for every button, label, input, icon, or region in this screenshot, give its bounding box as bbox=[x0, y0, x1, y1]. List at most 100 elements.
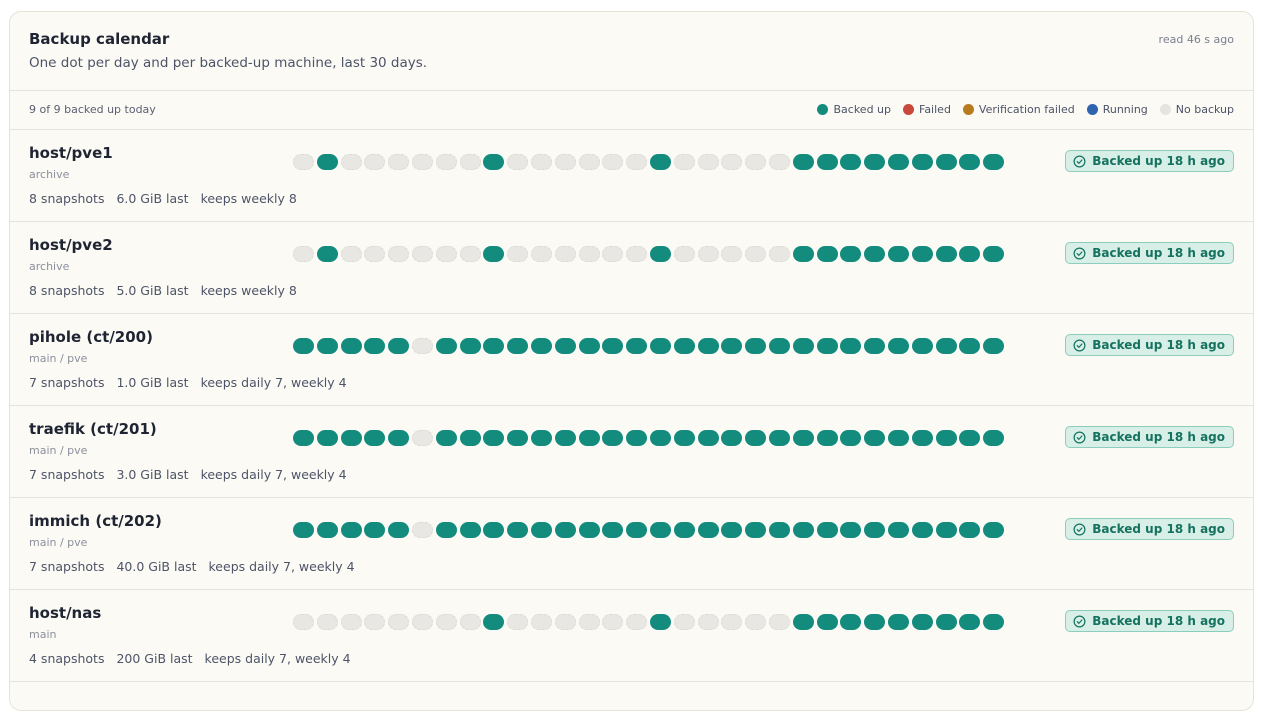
day-dot-backed-up[interactable] bbox=[649, 338, 671, 354]
day-dot-no-backup[interactable] bbox=[293, 246, 314, 262]
day-dot-backed-up[interactable] bbox=[364, 522, 386, 538]
day-dot-backed-up[interactable] bbox=[768, 430, 790, 446]
day-dot-backed-up[interactable] bbox=[840, 522, 862, 538]
day-dot-backed-up[interactable] bbox=[507, 338, 529, 354]
day-dot-backed-up[interactable] bbox=[530, 522, 552, 538]
day-dot-backed-up[interactable] bbox=[530, 338, 552, 354]
day-dot-backed-up[interactable] bbox=[554, 522, 576, 538]
day-dot-backed-up[interactable] bbox=[602, 522, 624, 538]
day-dot-no-backup[interactable] bbox=[507, 154, 529, 170]
day-dot-no-backup[interactable] bbox=[388, 154, 410, 170]
day-dot-backed-up[interactable] bbox=[649, 246, 671, 262]
day-dot-no-backup[interactable] bbox=[602, 246, 624, 262]
day-dot-backed-up[interactable] bbox=[340, 338, 362, 354]
day-dot-backed-up[interactable] bbox=[435, 522, 457, 538]
day-dot-backed-up[interactable] bbox=[745, 430, 767, 446]
machine-name[interactable]: host/pve1 bbox=[29, 144, 113, 162]
day-dot-backed-up[interactable] bbox=[792, 522, 814, 538]
day-dot-no-backup[interactable] bbox=[435, 614, 457, 630]
day-dot-backed-up[interactable] bbox=[293, 522, 314, 538]
day-dot-backed-up[interactable] bbox=[435, 430, 457, 446]
day-dot-backed-up[interactable] bbox=[459, 338, 481, 354]
day-dot-backed-up[interactable] bbox=[578, 338, 600, 354]
day-dot-no-backup[interactable] bbox=[673, 246, 695, 262]
day-dot-backed-up[interactable] bbox=[983, 522, 1005, 538]
day-dot-backed-up[interactable] bbox=[935, 338, 957, 354]
day-dot-backed-up[interactable] bbox=[840, 614, 862, 630]
day-dot-backed-up[interactable] bbox=[816, 522, 838, 538]
day-dot-backed-up[interactable] bbox=[840, 154, 862, 170]
day-dot-no-backup[interactable] bbox=[721, 154, 743, 170]
day-dot-backed-up[interactable] bbox=[983, 154, 1005, 170]
day-dot-backed-up[interactable] bbox=[983, 430, 1005, 446]
day-dot-backed-up[interactable] bbox=[507, 522, 529, 538]
day-dot-backed-up[interactable] bbox=[316, 338, 338, 354]
day-dot-no-backup[interactable] bbox=[411, 522, 433, 538]
day-dot-no-backup[interactable] bbox=[459, 154, 481, 170]
day-dot-no-backup[interactable] bbox=[293, 154, 314, 170]
day-dot-backed-up[interactable] bbox=[316, 246, 338, 262]
day-dot-no-backup[interactable] bbox=[768, 154, 790, 170]
day-dot-backed-up[interactable] bbox=[887, 246, 909, 262]
machine-row[interactable]: traefik (ct/201) main / pve 7 snapshots 3.0… bbox=[10, 406, 1253, 498]
day-dot-no-backup[interactable] bbox=[721, 246, 743, 262]
day-dot-no-backup[interactable] bbox=[697, 154, 719, 170]
day-dot-backed-up[interactable] bbox=[483, 154, 505, 170]
day-dot-backed-up[interactable] bbox=[983, 614, 1005, 630]
day-dot-backed-up[interactable] bbox=[959, 154, 981, 170]
day-dot-backed-up[interactable] bbox=[816, 614, 838, 630]
day-dot-no-backup[interactable] bbox=[459, 246, 481, 262]
day-dot-no-backup[interactable] bbox=[745, 154, 767, 170]
day-dot-no-backup[interactable] bbox=[411, 154, 433, 170]
day-dot-no-backup[interactable] bbox=[530, 614, 552, 630]
day-dot-backed-up[interactable] bbox=[816, 430, 838, 446]
day-dot-backed-up[interactable] bbox=[911, 338, 933, 354]
day-dot-backed-up[interactable] bbox=[816, 338, 838, 354]
day-dot-backed-up[interactable] bbox=[483, 338, 505, 354]
day-dot-backed-up[interactable] bbox=[364, 338, 386, 354]
day-dot-no-backup[interactable] bbox=[745, 246, 767, 262]
day-dot-no-backup[interactable] bbox=[507, 614, 529, 630]
day-dot-backed-up[interactable] bbox=[864, 246, 886, 262]
day-dot-backed-up[interactable] bbox=[935, 522, 957, 538]
day-dot-backed-up[interactable] bbox=[887, 154, 909, 170]
day-dot-no-backup[interactable] bbox=[530, 246, 552, 262]
day-dot-no-backup[interactable] bbox=[507, 246, 529, 262]
day-dot-no-backup[interactable] bbox=[388, 246, 410, 262]
day-dot-backed-up[interactable] bbox=[483, 430, 505, 446]
day-dot-backed-up[interactable] bbox=[388, 338, 410, 354]
day-dot-backed-up[interactable] bbox=[959, 522, 981, 538]
day-dot-no-backup[interactable] bbox=[340, 246, 362, 262]
day-dot-backed-up[interactable] bbox=[721, 338, 743, 354]
day-dot-backed-up[interactable] bbox=[959, 430, 981, 446]
day-dot-backed-up[interactable] bbox=[507, 430, 529, 446]
day-dot-backed-up[interactable] bbox=[388, 522, 410, 538]
day-dot-no-backup[interactable] bbox=[578, 246, 600, 262]
day-dot-backed-up[interactable] bbox=[340, 430, 362, 446]
day-dot-backed-up[interactable] bbox=[340, 522, 362, 538]
day-dot-no-backup[interactable] bbox=[316, 614, 338, 630]
day-dot-backed-up[interactable] bbox=[935, 246, 957, 262]
day-dot-no-backup[interactable] bbox=[411, 614, 433, 630]
day-dot-backed-up[interactable] bbox=[840, 246, 862, 262]
machine-row[interactable]: host/pve1 archive 8 snapshots 6.0 GiB last k… bbox=[10, 130, 1253, 222]
day-dot-no-backup[interactable] bbox=[340, 614, 362, 630]
day-dot-backed-up[interactable] bbox=[864, 522, 886, 538]
day-dot-no-backup[interactable] bbox=[554, 154, 576, 170]
day-dot-no-backup[interactable] bbox=[364, 246, 386, 262]
day-dot-backed-up[interactable] bbox=[745, 338, 767, 354]
day-dot-backed-up[interactable] bbox=[959, 246, 981, 262]
day-dot-backed-up[interactable] bbox=[483, 246, 505, 262]
day-dot-backed-up[interactable] bbox=[649, 522, 671, 538]
day-dot-no-backup[interactable] bbox=[602, 154, 624, 170]
day-dot-no-backup[interactable] bbox=[435, 154, 457, 170]
day-dot-backed-up[interactable] bbox=[578, 430, 600, 446]
day-dot-backed-up[interactable] bbox=[602, 430, 624, 446]
day-dot-no-backup[interactable] bbox=[626, 154, 648, 170]
day-dot-no-backup[interactable] bbox=[578, 614, 600, 630]
day-dot-no-backup[interactable] bbox=[697, 614, 719, 630]
day-dot-no-backup[interactable] bbox=[364, 154, 386, 170]
day-dot-no-backup[interactable] bbox=[602, 614, 624, 630]
day-dot-backed-up[interactable] bbox=[697, 338, 719, 354]
day-dot-backed-up[interactable] bbox=[721, 430, 743, 446]
